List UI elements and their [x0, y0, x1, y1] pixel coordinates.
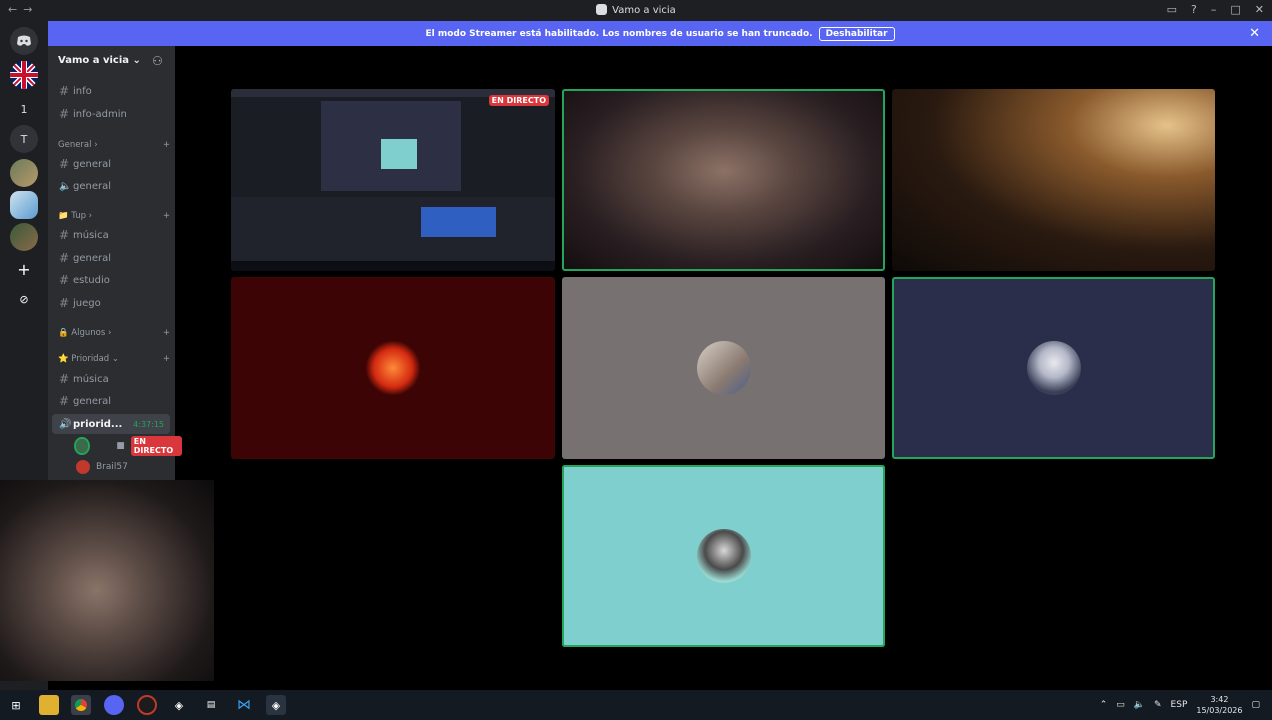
self-camera-preview[interactable]	[0, 480, 214, 681]
webcam-tile-speaking[interactable]	[562, 89, 885, 271]
avatar-tile[interactable]	[231, 277, 555, 459]
live-badge: EN DIRECTO	[488, 95, 549, 106]
server-icon	[596, 4, 608, 15]
windows-taskbar: ⊞ ◈ ▤ ⋈ ◈ ⌃ ▭ 🔈 ✎ ESP 3:42 15/03/2026 ▢	[0, 690, 1272, 720]
channel-general-prio[interactable]: # general	[52, 391, 170, 411]
channel-general-voice[interactable]: 🔈 general	[52, 176, 170, 196]
camera-icon: ■	[116, 441, 125, 451]
server-icon[interactable]	[10, 159, 38, 187]
window-titlebar: ←→ Vamo a vicia ▭ ? – □ ✕	[0, 0, 1272, 21]
channel-musica[interactable]: # música	[52, 225, 170, 245]
avatar	[696, 341, 751, 395]
hash-icon: #	[59, 296, 70, 310]
speaker-icon: 🔊	[59, 418, 72, 430]
chevron-down-icon: ⌄	[132, 55, 141, 66]
clock[interactable]: 3:42 15/03/2026	[1196, 694, 1242, 716]
active-voice-channel[interactable]: 🔊 priorid... 4:37:15	[52, 414, 170, 434]
avatar	[74, 437, 90, 455]
file-explorer-icon[interactable]	[39, 695, 59, 715]
volume-icon[interactable]: 🔈	[1134, 700, 1145, 710]
system-tray: ⌃ ▭ 🔈 ✎ ESP 3:42 15/03/2026 ▢	[1100, 690, 1272, 720]
windows-start-icon[interactable]: ⊞	[6, 695, 26, 715]
voice-user-row[interactable]: Brail57	[76, 458, 128, 476]
avatar	[1026, 341, 1081, 395]
vscode-icon[interactable]: ⋈	[234, 695, 254, 715]
screen-share-tile[interactable]: EN DIRECTO	[231, 89, 555, 271]
avatar-tile-speaking[interactable]	[562, 465, 885, 647]
channel-musica-prio[interactable]: # música	[52, 369, 170, 389]
hash-icon: #	[59, 273, 70, 287]
category-algunos[interactable]: 🔒 Algunos › +	[58, 328, 170, 338]
close-window-button[interactable]: ✕	[1255, 3, 1264, 16]
hash-icon: #	[59, 394, 70, 408]
hash-icon: #	[59, 372, 70, 386]
speaker-icon: 🔈	[59, 180, 72, 192]
window-controls: ▭ ? – □ ✕	[1167, 3, 1264, 16]
notifications-icon[interactable]: ▢	[1251, 700, 1260, 710]
avatar-tile[interactable]	[562, 277, 885, 459]
category-prioridad[interactable]: ⭐ Prioridad ⌄ +	[58, 354, 170, 364]
add-channel-icon[interactable]: +	[163, 211, 170, 221]
category-tup[interactable]: 📁 Tup › +	[58, 211, 170, 221]
discord-icon[interactable]	[104, 695, 124, 715]
voice-username: Brail57	[96, 462, 128, 472]
terminal-icon[interactable]: ▤	[201, 695, 221, 715]
steam-icon[interactable]: ◈	[266, 695, 286, 715]
pen-icon[interactable]: ✎	[1154, 700, 1162, 710]
invite-people-icon[interactable]: ⚇	[152, 54, 163, 68]
channel-general-text[interactable]: # general	[52, 154, 170, 174]
chevron-up-icon[interactable]: ⌃	[1100, 700, 1108, 710]
chrome-icon[interactable]	[71, 695, 91, 715]
add-server-icon[interactable]: +	[10, 255, 38, 283]
server-name[interactable]: Vamo a vicia ⌄	[58, 55, 141, 66]
inbox-icon[interactable]: ▭	[1167, 3, 1177, 16]
close-banner-icon[interactable]: ✕	[1249, 26, 1260, 41]
webcam-tile[interactable]	[892, 89, 1215, 271]
add-channel-icon[interactable]: +	[163, 328, 170, 338]
window-title: Vamo a vicia	[0, 4, 1272, 16]
add-channel-icon[interactable]: +	[163, 140, 170, 150]
discord-home-icon[interactable]	[10, 27, 38, 55]
channel-general[interactable]: # general	[52, 248, 170, 268]
maximize-button[interactable]: □	[1230, 3, 1240, 16]
active-server-icon[interactable]	[10, 191, 38, 219]
channel-juego[interactable]: # juego	[52, 293, 170, 313]
channel-estudio[interactable]: # estudio	[52, 270, 170, 290]
disable-streamer-button[interactable]: Deshabilitar	[818, 26, 895, 41]
steam-icon[interactable]: ◈	[169, 695, 189, 715]
hash-icon: #	[59, 251, 70, 265]
server-icon[interactable]	[10, 223, 38, 251]
avatar-tile-speaking[interactable]	[892, 277, 1215, 459]
hash-icon: #	[59, 157, 70, 171]
hash-icon: #	[59, 228, 70, 242]
streamer-mode-banner: El modo Streamer está habilitado. Los no…	[48, 21, 1272, 46]
network-icon[interactable]: ▭	[1116, 700, 1125, 710]
language-indicator[interactable]: ESP	[1171, 700, 1188, 710]
call-timer: 4:37:15	[133, 419, 164, 429]
banner-text: El modo Streamer está habilitado. Los no…	[425, 28, 813, 39]
category-general[interactable]: General › +	[58, 140, 170, 150]
avatar	[696, 529, 751, 583]
voice-user-row[interactable]: ■ EN DIRECTO	[74, 436, 182, 456]
add-channel-icon[interactable]: +	[163, 354, 170, 364]
minimize-button[interactable]: –	[1211, 3, 1217, 16]
hash-icon: #	[59, 107, 70, 121]
server-badge[interactable]: 1	[10, 95, 38, 123]
letter-server-icon[interactable]: T	[10, 125, 38, 153]
channel-info[interactable]: # info	[52, 81, 170, 101]
uk-flag-server-icon[interactable]	[10, 61, 38, 89]
explore-icon[interactable]: ⊘	[10, 285, 38, 313]
hash-icon: #	[59, 84, 70, 98]
avatar	[76, 460, 90, 474]
channel-sidebar: Vamo a vicia ⌄ ⚇ # info # info-admin Gener…	[48, 46, 182, 480]
help-icon[interactable]: ?	[1191, 3, 1197, 16]
live-badge: EN DIRECTO	[130, 436, 182, 456]
avatar	[366, 341, 420, 395]
channel-info-admin[interactable]: # info-admin	[52, 104, 170, 124]
obs-icon[interactable]	[137, 695, 157, 715]
